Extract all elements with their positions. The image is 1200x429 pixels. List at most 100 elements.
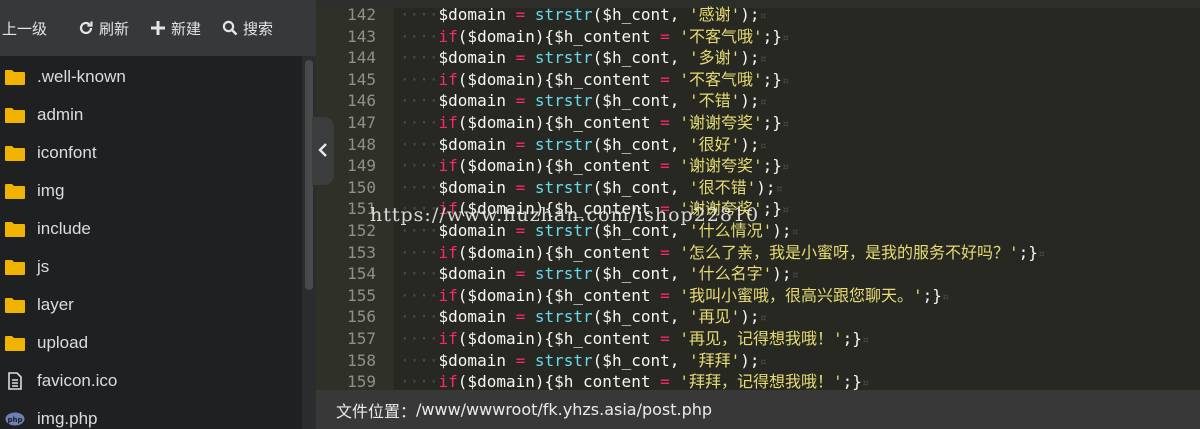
file-list-item[interactable]: upload bbox=[0, 324, 302, 362]
code-line: 159 ····if($domain){$h_content = '拜拜，记得想我… bbox=[316, 371, 1200, 390]
code-token: ); bbox=[740, 307, 760, 327]
code-token: ); bbox=[740, 134, 760, 154]
code-token: = bbox=[505, 350, 535, 370]
code-token: if bbox=[438, 156, 458, 176]
code-token: ¤ bbox=[759, 95, 767, 110]
code-token: ···· bbox=[400, 91, 439, 111]
watermark-text: https://www.huzhan.com/ishop22810 bbox=[370, 204, 760, 226]
code-token: = bbox=[650, 372, 680, 390]
code-text: ····$domain = strstr($h_cont, '什么名字');¤ bbox=[400, 263, 799, 287]
code-token: $h_content bbox=[554, 285, 651, 305]
code-token: $domain bbox=[438, 134, 506, 154]
code-token: strstr bbox=[534, 264, 593, 284]
code-token: strstr bbox=[534, 91, 593, 111]
file-icon bbox=[5, 372, 25, 390]
code-token: = bbox=[505, 134, 535, 154]
code-token: ···· bbox=[400, 5, 439, 24]
code-token: ($h_cont, bbox=[592, 177, 689, 197]
code-token: $h_content bbox=[554, 113, 651, 132]
code-token: ); bbox=[772, 221, 792, 240]
code-token: strstr bbox=[534, 307, 593, 327]
file-list-scrollbar[interactable] bbox=[302, 56, 316, 429]
code-token: '谢谢夸奖' bbox=[679, 113, 763, 132]
file-list-item[interactable]: admin bbox=[0, 96, 302, 134]
code-line: 150 ····$domain = strstr($h_cont, '很不错');… bbox=[316, 177, 1200, 199]
code-token: '多谢' bbox=[689, 48, 741, 68]
folder-icon bbox=[5, 220, 25, 238]
file-name: img bbox=[37, 181, 65, 200]
code-token: = bbox=[505, 307, 535, 327]
go-up-button[interactable]: 上一级 bbox=[2, 18, 47, 39]
file-list-item[interactable]: .well-known bbox=[0, 58, 302, 96]
code-token: $domain bbox=[438, 177, 506, 197]
file-list-item[interactable]: php img.php bbox=[0, 400, 302, 429]
code-token: ($domain){ bbox=[457, 285, 555, 305]
code-token: ¤ bbox=[781, 117, 790, 131]
code-token: strstr bbox=[534, 48, 593, 68]
code-token: ¤ bbox=[861, 376, 870, 390]
svg-text:php: php bbox=[7, 416, 22, 424]
file-list-item[interactable]: layer bbox=[0, 286, 302, 324]
code-line: 154 ····$domain = strstr($h_cont, '什么名字')… bbox=[316, 263, 1200, 285]
code-text: ····$domain = strstr($h_cont, '多谢');¤ bbox=[400, 47, 767, 71]
folder-icon bbox=[5, 68, 25, 86]
code-token: ¤ bbox=[791, 225, 799, 239]
code-token: ); bbox=[740, 350, 760, 370]
code-token: ($h_cont, bbox=[592, 307, 689, 327]
file-list-item[interactable]: img bbox=[0, 172, 302, 210]
code-token: '不错' bbox=[689, 91, 741, 111]
folder-icon bbox=[5, 334, 25, 352]
new-button[interactable]: 新建 bbox=[149, 18, 201, 39]
code-token: = bbox=[505, 48, 535, 68]
file-name: favicon.ico bbox=[37, 371, 118, 390]
code-token: = bbox=[505, 91, 535, 111]
code-token: ;} bbox=[842, 372, 862, 390]
code-token: '我叫小蜜哦，很高兴跟您聊天。' bbox=[679, 285, 923, 305]
code-token: ¤ bbox=[781, 73, 790, 88]
file-name: img.php bbox=[37, 409, 98, 428]
code-token: ($domain){ bbox=[457, 156, 555, 176]
file-list-item[interactable]: iconfont bbox=[0, 134, 302, 172]
file-list-item[interactable]: include bbox=[0, 210, 302, 248]
file-list-item[interactable]: js bbox=[0, 248, 302, 286]
code-line: 143 ····if($domain){$h_content = '不客气哦';}… bbox=[316, 26, 1200, 48]
code-token: '再见' bbox=[689, 307, 741, 327]
code-token: if bbox=[438, 26, 458, 46]
line-number: 142 bbox=[347, 5, 376, 24]
line-number: 146 bbox=[347, 91, 376, 111]
new-label: 新建 bbox=[171, 19, 202, 38]
code-token: '什么名字' bbox=[689, 264, 773, 284]
refresh-button[interactable]: 刷新 bbox=[77, 18, 129, 39]
file-list: .well-known admin iconfont img include js laye… bbox=[0, 58, 302, 429]
code-token: ···· bbox=[400, 285, 439, 305]
code-token: = bbox=[650, 242, 680, 262]
code-token: ···· bbox=[400, 350, 439, 370]
collapse-panel-button[interactable] bbox=[312, 117, 334, 185]
code-token: ($domain){ bbox=[457, 113, 555, 132]
code-line: 148 ····$domain = strstr($h_cont, '很好');¤ bbox=[316, 134, 1200, 156]
folder-icon bbox=[5, 144, 25, 162]
code-token: = bbox=[650, 156, 680, 176]
code-token: if bbox=[438, 242, 458, 262]
code-editor[interactable]: 142 ····$domain = strstr($h_cont, '感谢');¤… bbox=[316, 0, 1200, 390]
code-token: ($h_cont, bbox=[592, 134, 689, 154]
code-token: = bbox=[650, 69, 680, 89]
code-text: ····if($domain){$h_content = '拜拜，记得想我哦！'… bbox=[400, 371, 869, 390]
code-token: ···· bbox=[400, 156, 439, 176]
search-button[interactable]: 搜索 bbox=[221, 18, 273, 39]
line-number: 154 bbox=[347, 264, 376, 284]
folder-icon bbox=[5, 258, 25, 276]
refresh-icon bbox=[77, 19, 95, 37]
code-line: 145 ····if($domain){$h_content = '不客气哦';}… bbox=[316, 69, 1200, 91]
code-token: $h_content bbox=[554, 329, 651, 348]
line-number: 157 bbox=[347, 329, 376, 348]
line-number: 144 bbox=[347, 48, 376, 68]
code-token: ); bbox=[740, 48, 760, 68]
folder-icon bbox=[5, 296, 25, 314]
file-list-item[interactable]: favicon.ico bbox=[0, 362, 302, 400]
code-token: ···· bbox=[400, 113, 439, 132]
file-path: /www/wwwroot/fk.yhzs.asia/post.php bbox=[416, 400, 713, 419]
code-line: 155 ····if($domain){$h_content = '我叫小蜜哦，很… bbox=[316, 285, 1200, 307]
line-number: 158 bbox=[347, 350, 376, 370]
folder-icon bbox=[5, 182, 25, 200]
